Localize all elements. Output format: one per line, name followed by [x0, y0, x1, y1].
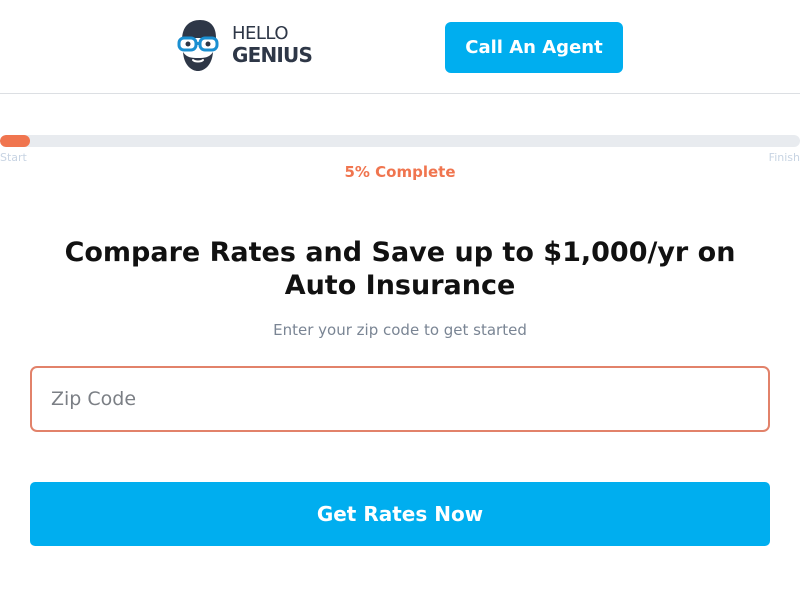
- logo-hello-text: HELLO: [232, 23, 289, 44]
- page-subhead: Enter your zip code to get started: [273, 321, 527, 339]
- progress-percent-text: 5% Complete: [344, 163, 456, 181]
- logo-genius-text: GENIUS: [232, 43, 313, 67]
- site-header: HELLO GENIUS Call An Agent: [0, 0, 800, 94]
- hello-genius-logo[interactable]: HELLO GENIUS: [176, 18, 313, 72]
- get-rates-button[interactable]: Get Rates Now: [30, 482, 770, 546]
- progress-bar-track: [0, 135, 800, 147]
- page-headline: Compare Rates and Save up to $1,000/yr o…: [64, 237, 736, 301]
- progress-section: Start Finish: [0, 135, 800, 165]
- zip-code-input[interactable]: [30, 366, 770, 432]
- call-agent-button[interactable]: Call An Agent: [445, 22, 623, 73]
- genius-mascot-icon: [177, 20, 219, 71]
- logo-wordmark: HELLO GENIUS: [232, 23, 313, 67]
- progress-bar-fill: [0, 135, 30, 147]
